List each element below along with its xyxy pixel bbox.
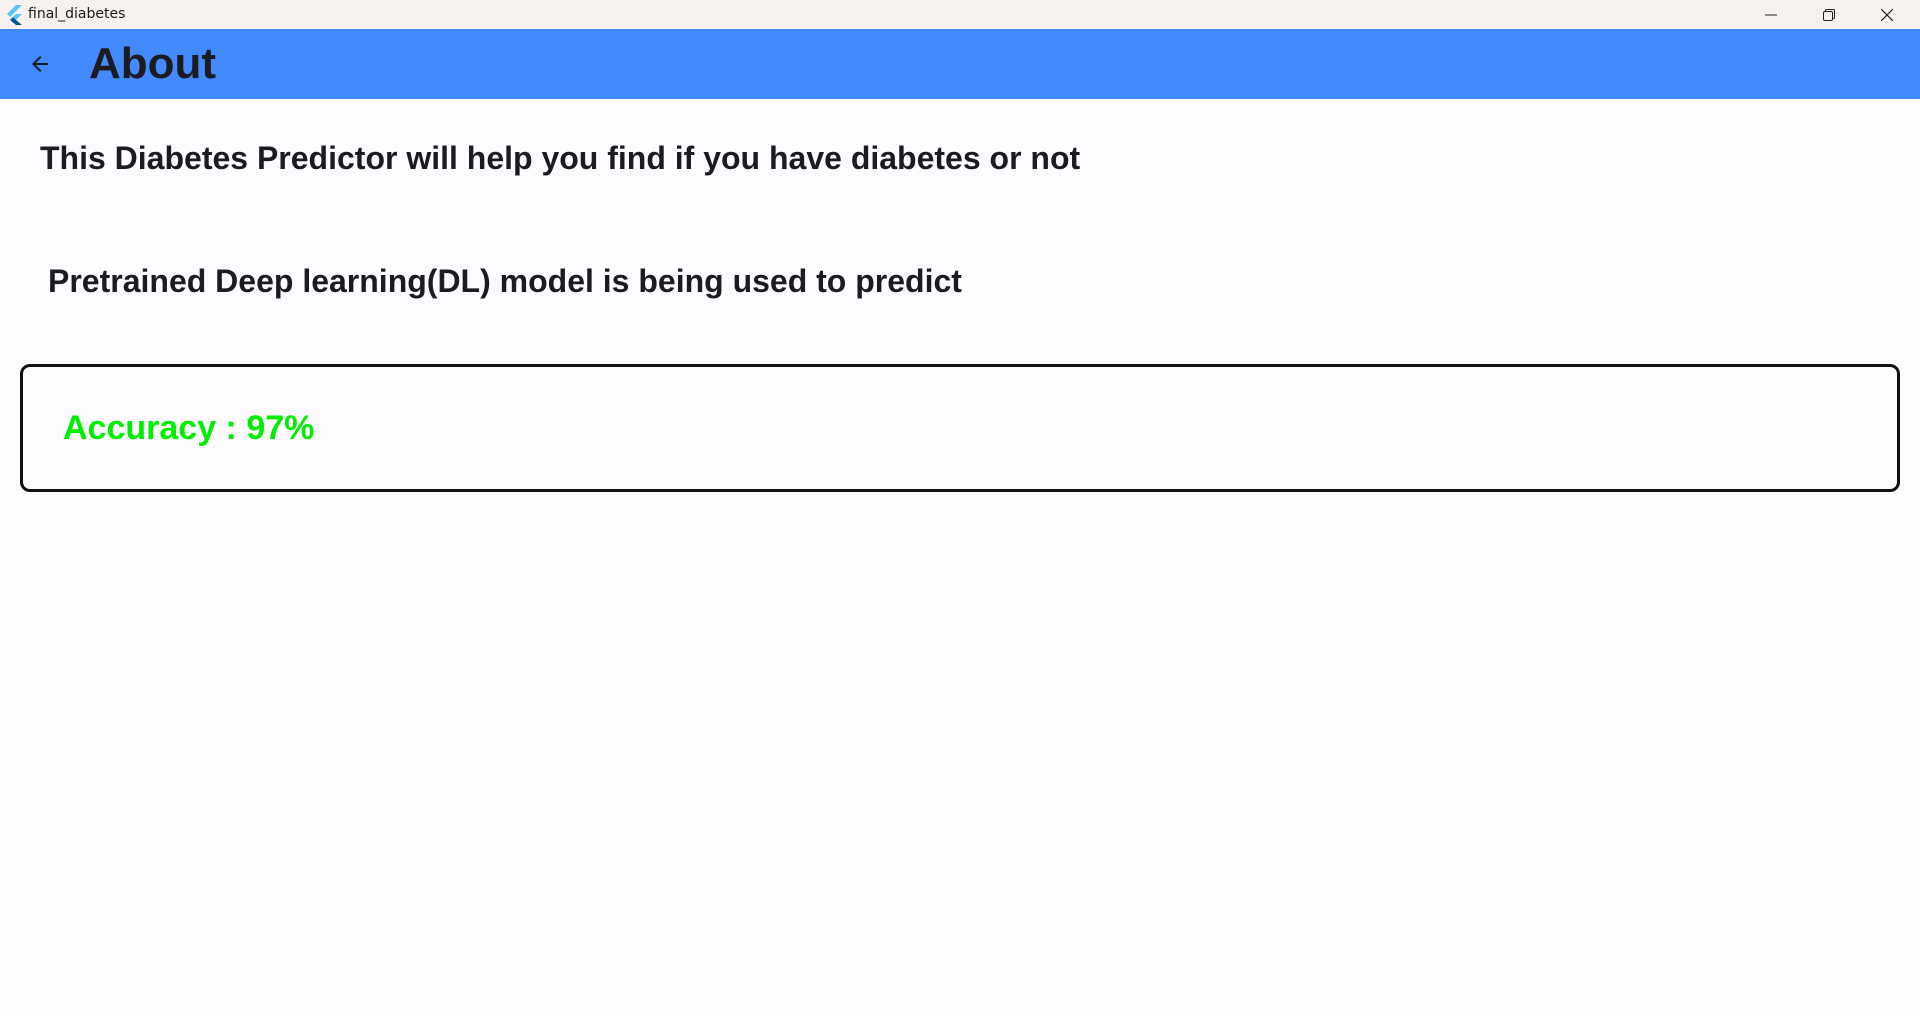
restore-icon [1823,8,1835,21]
page-title: About [89,39,217,88]
flutter-icon [5,5,23,25]
app-bar: About [0,29,1920,99]
window-titlebar: final_diabetes [0,0,1920,29]
arrow-left-icon [32,56,48,72]
window-title: final_diabetes [28,6,126,22]
close-button[interactable] [1858,0,1916,29]
description-text: This Diabetes Predictor will help you fi… [40,140,1081,176]
accuracy-card: Accuracy : 97% [20,364,1900,492]
model-info-text: Pretrained Deep learning(DL) model is be… [48,263,962,299]
minimize-icon [1765,14,1777,15]
accuracy-label: Accuracy : 97% [63,409,315,447]
back-button[interactable] [16,40,64,88]
minimize-button[interactable] [1742,0,1800,29]
close-icon [1881,8,1893,21]
restore-button[interactable] [1800,0,1858,29]
